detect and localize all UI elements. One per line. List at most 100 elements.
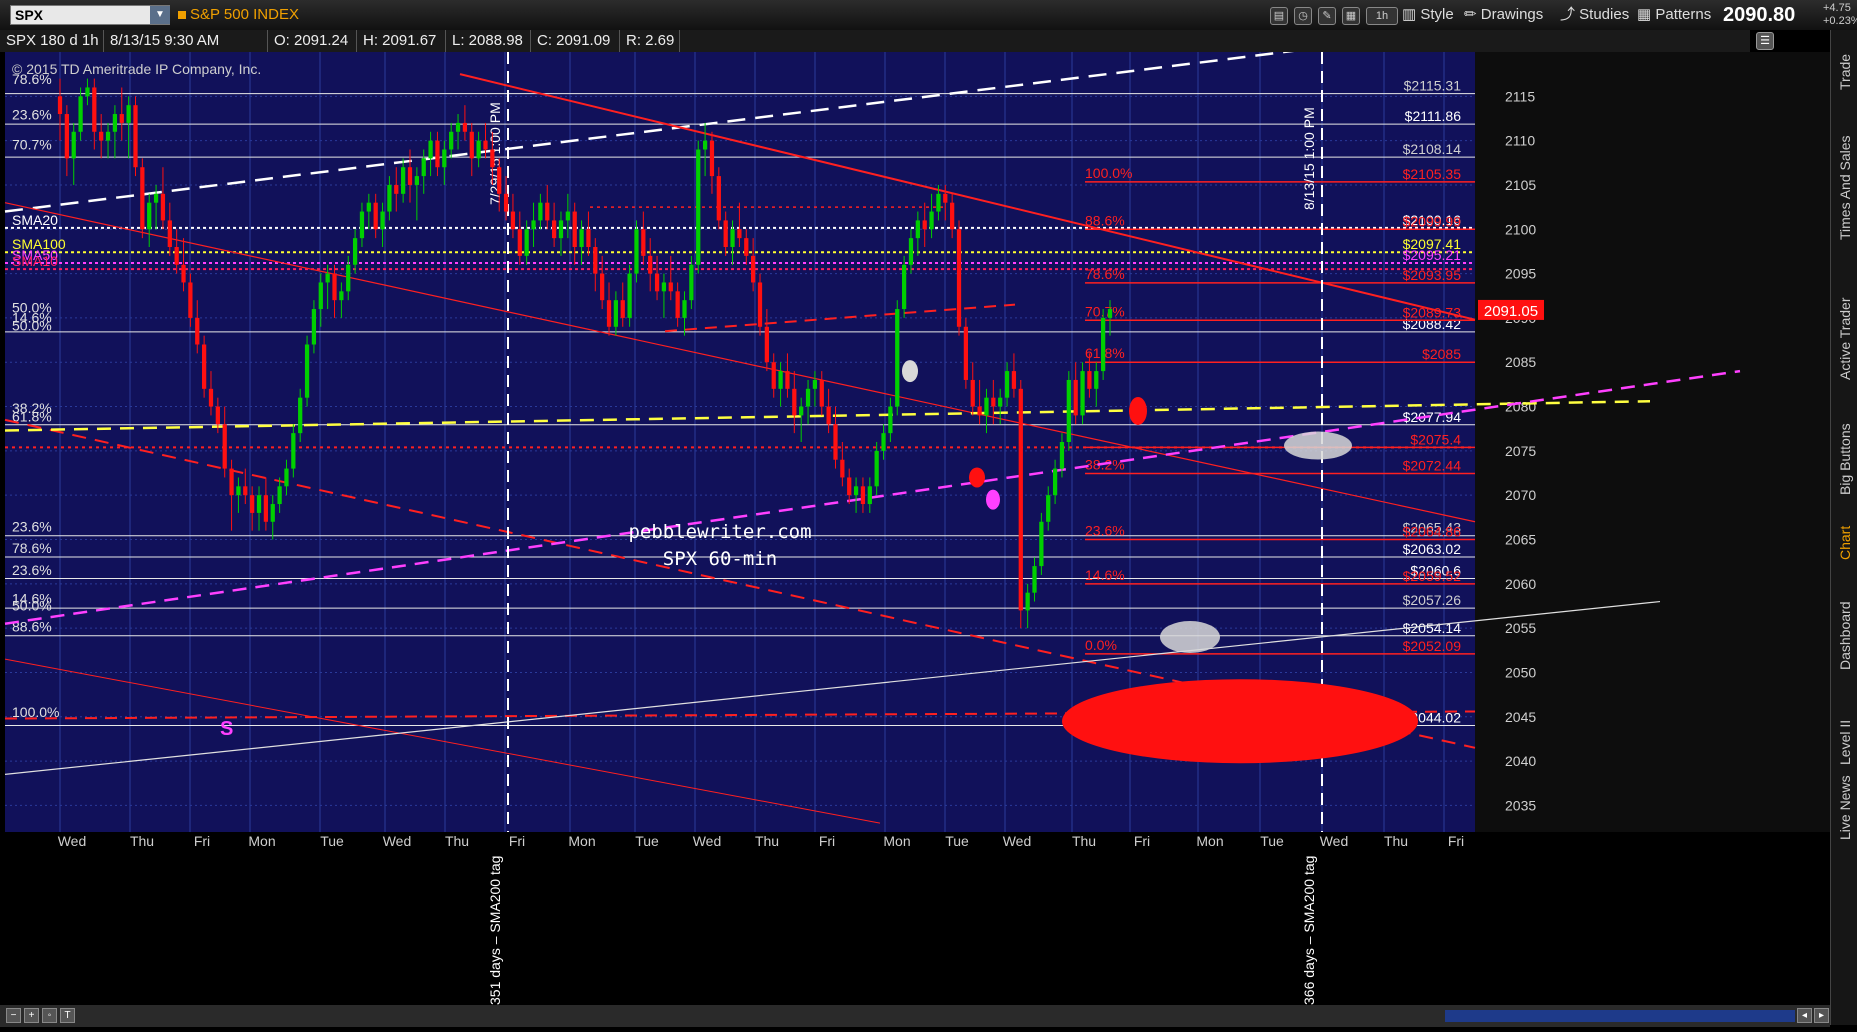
candle-body: [1094, 371, 1099, 389]
drawings-button[interactable]: ✏ Drawings: [1464, 5, 1543, 25]
candle-body: [298, 397, 303, 434]
candle-body: [778, 371, 783, 389]
top-toolbar: SPX ▼ S&P 500 INDEX ▤ ◷ ✎ ▦ 1h ▥ Style ✏…: [0, 0, 1857, 31]
candle-body: [881, 433, 886, 451]
vertical-marker-note: 351 days – SMA200 tag: [487, 856, 503, 1005]
candle-body: [840, 459, 845, 478]
fib-price-label: $2075.4: [1410, 431, 1461, 447]
candle-body: [147, 202, 152, 230]
x-tick-label: Tue: [635, 833, 659, 849]
scroll-thumb[interactable]: [1445, 1010, 1795, 1022]
patterns-button[interactable]: ▦ Patterns: [1637, 5, 1711, 25]
candle-body: [860, 486, 866, 505]
style-button-label: Style: [1420, 6, 1454, 23]
candle-body: [922, 220, 927, 230]
chart-spec: SPX 180 d 1h: [0, 30, 104, 52]
candle-body: [462, 122, 468, 132]
candle-body: [1046, 495, 1051, 522]
candle-body: [332, 273, 337, 301]
candle-body: [250, 495, 255, 513]
zoom-out-icon[interactable]: −: [6, 1008, 21, 1023]
candle-body: [1025, 592, 1030, 611]
candle-body: [586, 229, 591, 247]
candle-body: [119, 114, 124, 123]
sma-price-label: $2095.21: [1403, 247, 1462, 263]
candle-body: [503, 193, 509, 212]
level-price-label: $2115.31: [1404, 78, 1462, 94]
candle-body: [366, 202, 371, 212]
level-price-label: $2108.14: [1403, 141, 1462, 157]
candle-body: [606, 300, 612, 327]
zoom-fit-icon[interactable]: ◦: [42, 1008, 57, 1023]
studies-button-label: Studies: [1579, 6, 1630, 23]
print-icon[interactable]: ▤: [1270, 7, 1288, 25]
candle-body: [99, 131, 104, 141]
close-value: C: 2091.09: [531, 30, 620, 52]
candle-body: [716, 176, 721, 221]
candle-body: [867, 486, 872, 505]
open-value: O: 2091.24: [268, 30, 357, 52]
fib-price-label: $2059.52: [1403, 568, 1462, 584]
drawing-tool-icon[interactable]: T: [60, 1008, 75, 1023]
left-level-label: 23.6%: [12, 106, 52, 122]
candle-body: [579, 229, 584, 247]
candle-body: [270, 504, 275, 522]
fib-price-label: $2064.86: [1403, 524, 1462, 540]
candle-body: [1073, 379, 1078, 416]
candle-body: [215, 406, 220, 425]
candle-body: [613, 300, 619, 327]
candle-body: [648, 255, 653, 274]
candle-body: [812, 379, 818, 389]
x-tick-label: Fri: [819, 833, 835, 849]
grid-icon[interactable]: ▦: [1342, 7, 1360, 25]
candle-body: [874, 450, 879, 487]
wrench-icon[interactable]: ✎: [1318, 7, 1336, 25]
candle-body: [236, 486, 241, 496]
candle-body: [524, 229, 529, 256]
scroll-right-icon[interactable]: ▸: [1814, 1008, 1829, 1023]
symbol-input[interactable]: SPX: [10, 5, 170, 25]
candle-body: [181, 264, 186, 283]
candle-body: [339, 291, 344, 301]
current-price-label: 2091.05: [1484, 303, 1538, 320]
candle-body: [737, 229, 742, 239]
studies-button[interactable]: ⤴ Studies: [1560, 5, 1629, 25]
scroll-left-icon[interactable]: ◂: [1797, 1008, 1812, 1023]
timeframe-button[interactable]: 1h: [1366, 7, 1398, 25]
candle-body: [572, 211, 577, 247]
sidebar-tab-label: Dashboard: [1837, 601, 1853, 671]
candle-body: [401, 167, 406, 194]
candle-body: [407, 167, 413, 185]
sidebar-tab-label: Times And Sales: [1837, 135, 1853, 240]
chart-menu-icon[interactable]: ☰: [1756, 32, 1774, 50]
fib-price-label: $2099.99: [1403, 213, 1462, 229]
candle-body: [414, 176, 419, 185]
candle-body: [764, 326, 769, 363]
bottom-scrollbar[interactable]: − + ◦ T ◂ ▸: [0, 1005, 1830, 1027]
level-price-label: $2077.94: [1403, 409, 1462, 425]
candle-body: [346, 264, 351, 292]
fib-price-label: $2093.95: [1403, 267, 1462, 283]
x-tick-label: Fri: [1448, 833, 1464, 849]
target-ellipse-red: [1062, 679, 1418, 764]
sidebar-tab-label: Level II: [1837, 719, 1853, 765]
patterns-button-label: Patterns: [1655, 6, 1712, 23]
candle-body: [950, 202, 955, 230]
symbol-dropdown-button[interactable]: ▼: [150, 6, 170, 24]
candle-body: [201, 344, 207, 389]
clock-icon[interactable]: ◷: [1294, 7, 1312, 25]
candle-body: [311, 309, 317, 345]
candle-body: [256, 495, 262, 513]
candle-body: [744, 238, 749, 256]
candle-body: [243, 486, 248, 496]
marker-ellipse-gray: [1284, 431, 1352, 460]
zoom-in-icon[interactable]: +: [24, 1008, 39, 1023]
candle-body: [476, 140, 481, 159]
candle-body: [442, 149, 447, 168]
sidebar-tab-label: Chart: [1837, 525, 1853, 560]
drawings-button-label: Drawings: [1480, 6, 1544, 23]
price-chart[interactable]: Wed Thu Fri Mon Tue Wed Thu Fri Mon Tue Wed Thu Fri M…: [0, 30, 1830, 1005]
style-button[interactable]: ▥ Style: [1402, 5, 1454, 25]
candle-body: [208, 388, 214, 407]
x-tick-label: Wed: [383, 833, 412, 849]
